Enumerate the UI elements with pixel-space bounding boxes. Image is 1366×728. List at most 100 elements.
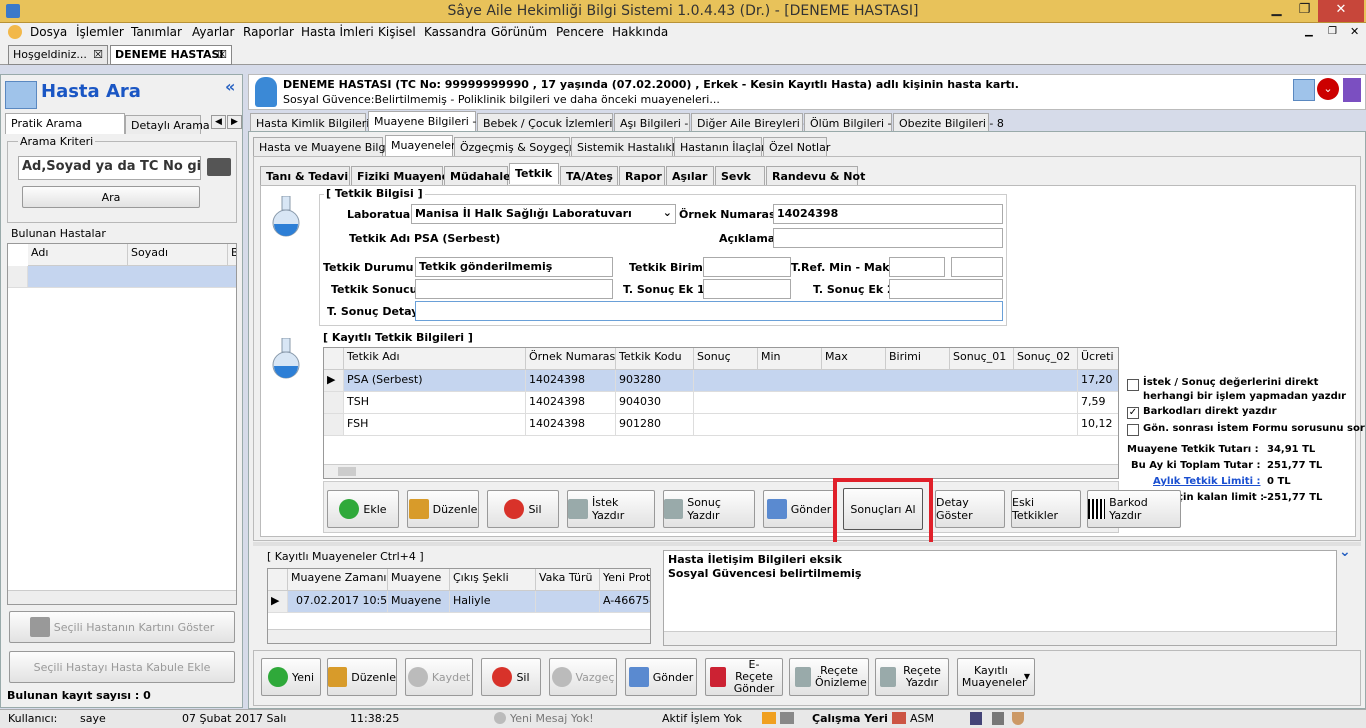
delete-tetkik-button[interactable]: Sil: [487, 490, 559, 528]
lab-select[interactable]: Manisa İl Halk Sağlığı Laboratuvarı ⌄: [411, 204, 676, 224]
ek1-field[interactable]: [703, 279, 791, 299]
table-cell[interactable]: FSH: [344, 414, 526, 436]
desc-field[interactable]: [773, 228, 1003, 248]
close-button[interactable]: ✕: [1318, 0, 1364, 22]
tab-sistemik[interactable]: Sistemik Hastalıklar: [571, 137, 686, 156]
col-muayene-zamani[interactable]: Muayene Zamanı: [288, 569, 388, 591]
tab-mudahale[interactable]: Müdahale: [444, 166, 511, 185]
tab-fiziki-muayene[interactable]: Fiziki Muayene: [351, 166, 449, 185]
old-tetkik-button[interactable]: Eski Tetkikler: [1011, 490, 1081, 528]
send-button[interactable]: Gönder: [625, 658, 697, 696]
table-cell[interactable]: 14024398: [526, 392, 616, 414]
down-circle-icon[interactable]: ⌄: [1317, 78, 1339, 100]
col-sonuc-01[interactable]: Sonuç_01: [950, 348, 1014, 370]
col-birimi[interactable]: Birimi: [886, 348, 950, 370]
col-b[interactable]: B: [228, 244, 236, 266]
table-cell[interactable]: TSH: [344, 392, 526, 414]
prescription-print-button[interactable]: Reçete Yazdır: [875, 658, 949, 696]
monthly-limit-link[interactable]: Aylık Tetkik Limiti :: [1153, 476, 1261, 487]
table-row[interactable]: [28, 266, 236, 288]
send-tetkik-button[interactable]: Gönder: [763, 490, 835, 528]
delete-button[interactable]: Sil: [481, 658, 541, 696]
tab-scroll-left-icon[interactable]: ◀: [211, 115, 226, 129]
tab-olum-bilgileri[interactable]: Ölüm Bilgileri - 7: [804, 113, 902, 132]
saved-visits-dropdown[interactable]: Kayıtlı Muayeneler ▼: [957, 658, 1035, 696]
tab-detayli-arama[interactable]: Detaylı Arama: [125, 115, 210, 134]
ref-min-field[interactable]: [889, 257, 945, 277]
tab-randevu-not[interactable]: Randevu & Not: [766, 166, 865, 185]
print-icon[interactable]: [992, 712, 1004, 725]
tab-hasta-muayene-bilgisi[interactable]: Hasta ve Muayene Bilgisi: [253, 137, 397, 156]
form-question-checkbox[interactable]: [1127, 424, 1139, 436]
table-cell[interactable]: 17,20: [1078, 370, 1118, 392]
result-field[interactable]: [415, 279, 613, 299]
menu-ayarlar[interactable]: Ayarlar: [192, 25, 234, 39]
horizontal-scrollbar[interactable]: [324, 464, 1118, 478]
col-muayene[interactable]: Muayene: [388, 569, 450, 591]
found-patients-grid[interactable]: Adı Soyadı B: [7, 243, 237, 605]
table-cell[interactable]: 07.02.2017 10:50: [288, 591, 388, 613]
col-ucreti[interactable]: Ücreti: [1078, 348, 1118, 370]
col-ornek-no[interactable]: Örnek Numarası: [526, 348, 616, 370]
horizontal-scrollbar[interactable]: [8, 590, 236, 604]
ref-max-field[interactable]: [951, 257, 1003, 277]
unit-field[interactable]: [703, 257, 791, 277]
tab-asilar[interactable]: Aşılar: [666, 166, 714, 185]
table-cell[interactable]: 901280: [616, 414, 694, 436]
tab-muayeneler[interactable]: Muayeneler: [385, 135, 456, 156]
doc-tab-welcome[interactable]: Hoşgeldiniz... ☒: [8, 45, 108, 65]
col-tetkik-kodu[interactable]: Tetkik Kodu: [616, 348, 694, 370]
visits-grid[interactable]: Muayene Zamanı Muayene Çıkış Şekli Vaka …: [267, 568, 651, 644]
direct-print-checkbox[interactable]: [1127, 379, 1139, 391]
detail-show-button[interactable]: Detay Göster: [935, 490, 1005, 528]
table-cell[interactable]: 10,12: [1078, 414, 1118, 436]
edit-tetkik-button[interactable]: Düzenle: [407, 490, 479, 528]
horizontal-scrollbar[interactable]: [664, 631, 1336, 645]
tab-rapor[interactable]: Rapor: [619, 166, 665, 185]
maximize-button[interactable]: ❐: [1290, 0, 1319, 22]
tab-sevk[interactable]: Sevk: [715, 166, 765, 185]
prescription-preview-button[interactable]: Reçete Önizleme: [789, 658, 869, 696]
splitter[interactable]: [253, 542, 1361, 546]
col-soyadi[interactable]: Soyadı: [128, 244, 228, 266]
collapse-panel-icon[interactable]: «: [225, 77, 235, 96]
tab-muayene-bilgileri[interactable]: Muayene Bilgileri - 2: [368, 111, 487, 132]
edit-button[interactable]: Düzenle: [327, 658, 397, 696]
col-adi[interactable]: Adı: [28, 244, 128, 266]
barcode-print-button[interactable]: Barkod Yazdır: [1087, 490, 1181, 528]
exit-icon[interactable]: [1343, 78, 1361, 102]
tab-ta-ates[interactable]: TA/Ateş: [560, 166, 618, 185]
print-result-button[interactable]: Sonuç Yazdır: [663, 490, 755, 528]
menu-gorunum[interactable]: Görünüm: [491, 25, 547, 39]
col-sonuc-02[interactable]: Sonuç_02: [1014, 348, 1078, 370]
table-cell[interactable]: 7,59: [1078, 392, 1118, 414]
ek2-field[interactable]: [889, 279, 1003, 299]
col-cikis-sekli[interactable]: Çıkış Şekli: [450, 569, 536, 591]
menu-dosya[interactable]: Dosya: [30, 25, 67, 39]
horizontal-scrollbar[interactable]: [268, 629, 650, 643]
new-button[interactable]: Yeni: [261, 658, 321, 696]
shield-icon[interactable]: [1012, 712, 1024, 725]
show-card-button[interactable]: Seçili Hastanın Kartını Göster: [9, 611, 235, 643]
table-cell[interactable]: Muayene: [388, 591, 450, 613]
tab-tetkik[interactable]: Tetkik: [509, 163, 559, 184]
barcode-print-checkbox[interactable]: ✓: [1127, 407, 1139, 419]
table-cell[interactable]: [694, 370, 1078, 392]
col-vaka-turu[interactable]: Vaka Türü: [536, 569, 600, 591]
close-icon[interactable]: ☒: [217, 48, 227, 61]
save-button[interactable]: Kaydet: [405, 658, 473, 696]
mdi-restore-icon[interactable]: ❐: [1328, 26, 1337, 37]
table-cell[interactable]: 904030: [616, 392, 694, 414]
menu-hakkinda[interactable]: Hakkında: [612, 25, 668, 39]
col-sonuc[interactable]: Sonuç: [694, 348, 758, 370]
doc-tab-patient[interactable]: DENEME HASTASI ☒: [110, 45, 232, 65]
mdi-close-icon[interactable]: ✕: [1350, 25, 1359, 38]
add-tetkik-button[interactable]: Ekle: [327, 490, 399, 528]
status-field[interactable]: Tetkik gönderilmemiş: [415, 257, 613, 277]
table-cell[interactable]: [694, 392, 1078, 414]
menu-hasta-imleri[interactable]: Hasta İmleri: [301, 25, 374, 39]
minimize-button[interactable]: ▁: [1262, 0, 1291, 22]
tab-obezite[interactable]: Obezite Bilgileri - 8: [893, 113, 1004, 132]
col-min[interactable]: Min: [758, 348, 822, 370]
tetkik-records-grid[interactable]: Tetkik Adı Örnek Numarası Tetkik Kodu So…: [323, 347, 1119, 479]
